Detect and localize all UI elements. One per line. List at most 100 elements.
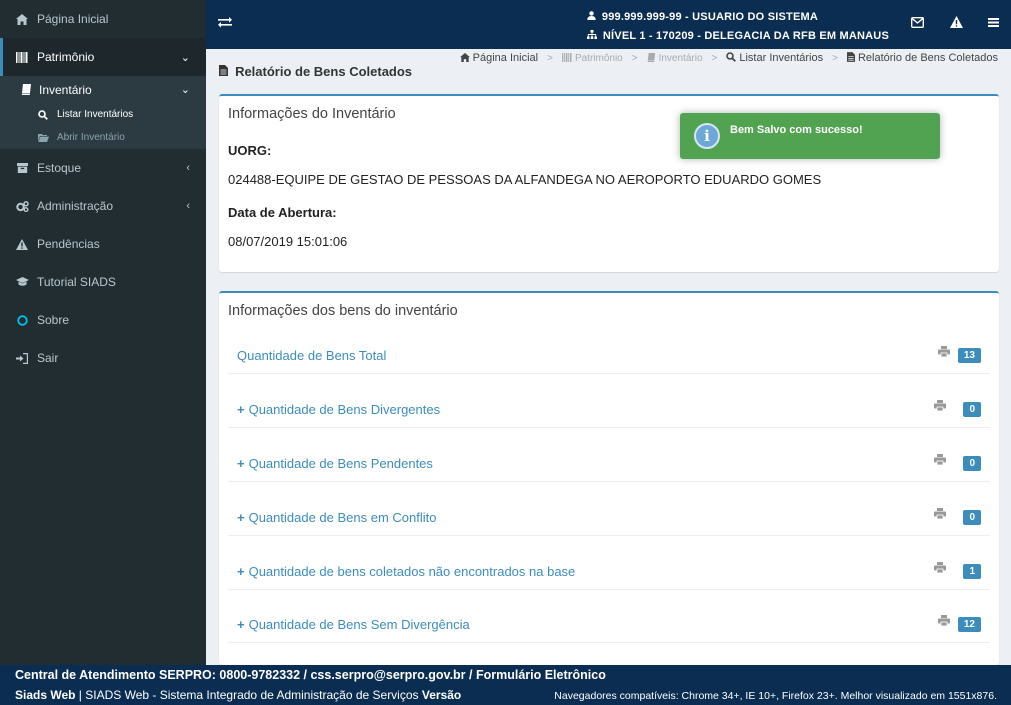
cogs-icon <box>14 200 30 212</box>
footer-app-info: Siads Web | SIADS Web - Sistema Integrad… <box>15 688 461 702</box>
goods-list-item[interactable]: + Quantidade de Bens Pendentes 0 <box>228 445 990 482</box>
breadcrumb-separator: > <box>711 52 718 64</box>
plus-icon[interactable]: + <box>237 456 245 471</box>
page-title: Relatório de Bens Coletados <box>219 64 412 79</box>
page-title-text: Relatório de Bens Coletados <box>235 64 413 79</box>
search-icon <box>36 109 50 120</box>
breadcrumb-home[interactable]: Página Inicial <box>473 52 538 64</box>
goods-list-item[interactable]: + Quantidade de Bens em Conflito 0 <box>228 499 990 536</box>
print-icon[interactable] <box>934 454 946 468</box>
footer-browsers: Navegadores compatíveis: Chrome 34+, IE … <box>554 690 997 702</box>
box-title: Informações dos bens do inventário <box>228 303 458 319</box>
goods-list-item[interactable]: + Quantidade de Bens Sem Divergência 12 <box>228 606 990 643</box>
goods-list-item[interactable]: + Quantidade de bens coletados não encont… <box>228 553 990 590</box>
footer-app-desc: | SIADS Web - Sistema Integrado de Admin… <box>75 688 422 702</box>
breadcrumb-current: Relatório de Bens Coletados <box>857 52 998 64</box>
sidebar-item-estoque[interactable]: Estoque ‹ <box>0 149 206 187</box>
goods-list-item-label[interactable]: Quantidade de Bens em Conflito <box>249 510 437 525</box>
chevron-left-icon: ‹ <box>186 162 190 174</box>
sitemap-icon <box>586 30 600 42</box>
breadcrumb: Página Inicial > Patrimônio > Inventário… <box>459 52 998 64</box>
uorg-value: 024488-EQUIPE DE GESTAO DE PESSOAS DA AL… <box>228 172 822 187</box>
goods-list-item-label[interactable]: Quantidade de bens coletados não encontr… <box>249 564 576 579</box>
print-icon[interactable] <box>934 562 946 576</box>
home-icon <box>459 52 470 64</box>
count-badge: 13 <box>957 348 981 363</box>
book-icon <box>18 84 34 95</box>
sidebar-item-label: Patrimônio <box>37 50 95 64</box>
print-icon[interactable] <box>934 400 946 414</box>
breadcrumb-listar[interactable]: Listar Inventários <box>739 52 823 64</box>
file-icon <box>846 52 855 64</box>
book-icon <box>647 52 656 64</box>
sidebar-item-sair[interactable]: Sair <box>0 339 206 377</box>
print-icon[interactable] <box>938 346 950 360</box>
toast-message: Bem Salvo com sucesso! <box>730 124 863 136</box>
count-badge: 0 <box>963 510 981 525</box>
sidebar-item-pendencias[interactable]: Pendências <box>0 225 206 263</box>
goods-list-item-label[interactable]: Quantidade de Bens Sem Divergência <box>249 617 470 632</box>
sidebar-item-patrimonio[interactable]: Patrimônio ⌄ <box>0 38 206 76</box>
breadcrumb-separator: > <box>547 52 553 64</box>
sidebar-item-home[interactable]: Página Inicial <box>0 0 206 38</box>
sidebar-submenu-patrimonio: Inventário ⌄ Listar Inventários Abrir In… <box>0 76 206 149</box>
print-icon[interactable] <box>934 508 946 522</box>
search-icon <box>726 52 737 64</box>
graduation-cap-icon <box>14 277 30 287</box>
breadcrumb-inventario: Inventário <box>658 52 703 64</box>
footer: Central de Atendimento SERPRO: 0800-9782… <box>0 665 1011 705</box>
plus-icon[interactable]: + <box>237 402 245 417</box>
user-level: NÍVEL 1 - 170209 - DELEGACIA DA RFB EM M… <box>602 30 889 42</box>
count-badge: 12 <box>957 617 981 632</box>
sidebar-item-label: Sobre <box>37 313 70 327</box>
success-toast[interactable]: i Bem Salvo com sucesso! <box>680 113 940 159</box>
sidebar-item-listar-inventarios[interactable]: Listar Inventários <box>0 103 206 126</box>
sidebar-item-administracao[interactable]: Administração ‹ <box>0 187 206 225</box>
sidebar-item-tutorial[interactable]: Tutorial SIADS <box>0 263 206 301</box>
sidebar-item-abrir-inventario[interactable]: Abrir Inventário <box>0 126 206 149</box>
footer-version-label: Versão <box>421 688 462 702</box>
barcode-icon <box>562 52 572 64</box>
plus-icon[interactable]: + <box>237 617 245 632</box>
user-info: 999.999.999-99 - USUARIO DO SISTEMA NÍVE… <box>586 8 889 46</box>
goods-list-item[interactable]: + Quantidade de Bens Divergentes 0 <box>228 391 990 428</box>
goods-list-item-label[interactable]: Quantidade de Bens Pendentes <box>249 456 433 471</box>
goods-list-item-label[interactable]: Quantidade de Bens Total <box>237 348 386 363</box>
sidebar-item-label: Tutorial SIADS <box>37 275 116 289</box>
sidebar-item-label: Listar Inventários <box>57 109 134 120</box>
count-badge: 0 <box>963 402 981 417</box>
footer-app-name: Siads Web <box>15 688 76 702</box>
uorg-label: UORG: <box>228 143 272 158</box>
sidebar-item-label: Sair <box>37 351 59 365</box>
goods-list-item[interactable]: Quantidade de Bens Total 13 <box>228 337 990 374</box>
sidebar-item-label: Administração <box>37 199 114 213</box>
plus-icon[interactable]: + <box>237 510 245 525</box>
info-icon: i <box>694 123 720 149</box>
chevron-down-icon: ⌄ <box>180 84 190 96</box>
chevron-left-icon: ‹ <box>186 200 190 212</box>
archive-icon <box>14 163 30 173</box>
chevron-down-icon: ⌄ <box>180 51 190 64</box>
top-header: 999.999.999-99 - USUARIO DO SISTEMA NÍVE… <box>206 0 1011 49</box>
menu-icon[interactable] <box>988 15 999 31</box>
count-badge: 1 <box>963 564 981 579</box>
sidebar-toggle-icon[interactable] <box>218 15 232 33</box>
footer-support: Central de Atendimento SERPRO: 0800-9782… <box>15 668 606 682</box>
breadcrumb-separator: > <box>631 52 638 64</box>
folder-open-icon <box>36 133 50 142</box>
sidebar: Página Inicial Patrimônio ⌄ Inventário ⌄… <box>0 0 206 665</box>
envelope-icon[interactable] <box>910 15 925 31</box>
plus-icon[interactable]: + <box>237 564 245 579</box>
user-name: 999.999.999-99 - USUARIO DO SISTEMA <box>601 11 818 23</box>
goods-list-item-label[interactable]: Quantidade de Bens Divergentes <box>249 402 441 417</box>
sidebar-item-label: Pendências <box>37 237 100 251</box>
sidebar-item-inventario[interactable]: Inventário ⌄ <box>0 76 206 103</box>
warning-icon <box>14 238 30 250</box>
sidebar-item-label: Abrir Inventário <box>57 132 125 143</box>
sidebar-item-sobre[interactable]: Sobre <box>0 301 206 339</box>
home-icon <box>14 13 30 25</box>
file-icon <box>219 65 231 79</box>
warning-icon[interactable] <box>950 15 963 31</box>
breadcrumb-separator: > <box>832 52 838 64</box>
print-icon[interactable] <box>938 615 950 629</box>
